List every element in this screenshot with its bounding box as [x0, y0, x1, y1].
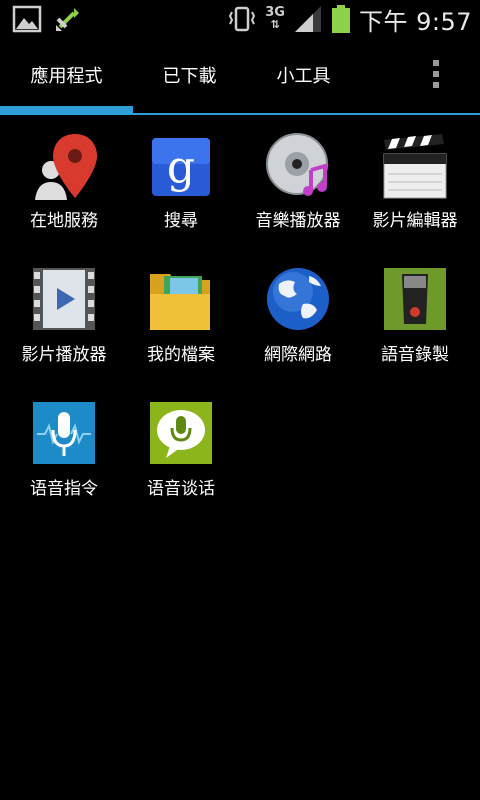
google-search-icon: g [152, 138, 210, 196]
battery-icon [331, 5, 350, 33]
globe-icon [267, 268, 329, 330]
film-strip-play-icon [33, 268, 95, 330]
app-label: 我的檔案 [147, 345, 215, 365]
app-video-player[interactable]: 影片播放器 [4, 264, 124, 384]
tab-divider [0, 113, 480, 115]
tab-widgets[interactable]: 小工具 [237, 38, 370, 112]
status-bar[interactable]: 3G ⇅ 下午 9:57 [0, 0, 480, 38]
overflow-menu-icon[interactable] [426, 60, 446, 96]
app-internet[interactable]: 網際網路 [238, 264, 358, 384]
app-label: 语音谈话 [147, 479, 215, 499]
app-drawer-tabs: 應用程式 已下載 小工具 [0, 38, 480, 116]
app-label: 語音錄製 [381, 345, 449, 365]
app-label: 语音指令 [30, 479, 98, 499]
app-local-services[interactable]: 在地服務 [4, 130, 124, 250]
clock: 下午 9:57 [358, 7, 472, 36]
voice-recorder-icon [384, 268, 446, 330]
network-type-label: 3G ⇅ [265, 5, 285, 31]
folder-icon [150, 274, 210, 330]
maps-pin-icon [35, 134, 97, 200]
app-label: 影片編輯器 [372, 211, 458, 231]
app-my-files[interactable]: 我的檔案 [121, 264, 241, 384]
vibrate-icon [229, 6, 256, 32]
tab-apps[interactable]: 應用程式 [0, 38, 133, 112]
microphone-icon [33, 402, 95, 464]
svg-text:g: g [167, 142, 195, 193]
sync-icon [56, 8, 79, 31]
app-search[interactable]: g 搜尋 [121, 130, 241, 250]
app-voice-talk[interactable]: 语音谈话 [121, 398, 241, 518]
music-cd-icon [266, 133, 328, 196]
app-label: 在地服務 [30, 211, 98, 231]
app-label: 音樂播放器 [255, 211, 341, 231]
app-label: 影片播放器 [21, 345, 107, 365]
speech-bubble-mic-icon [150, 402, 212, 464]
gallery-icon [12, 5, 42, 33]
app-voice-recorder[interactable]: 語音錄製 [355, 264, 475, 384]
clapperboard-icon [383, 134, 447, 199]
signal-icon [294, 6, 321, 32]
app-video-editor[interactable]: 影片編輯器 [355, 130, 475, 250]
app-label: 搜尋 [164, 211, 198, 231]
app-voice-command[interactable]: 语音指令 [4, 398, 124, 518]
app-label: 網際網路 [264, 345, 332, 365]
app-music-player[interactable]: 音樂播放器 [238, 130, 358, 250]
